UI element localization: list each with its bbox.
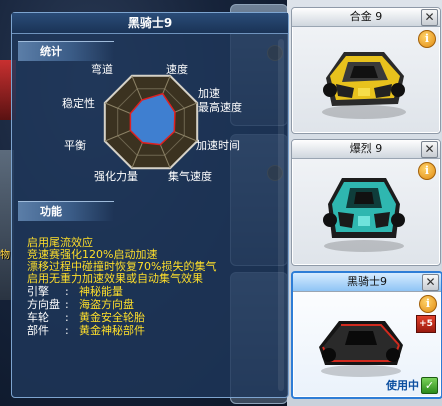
- stat-label-accel-time: 加速时间: [196, 139, 240, 152]
- part-colon: :: [65, 324, 69, 337]
- function-section-header: 功能: [18, 201, 114, 221]
- part-row-component: 部件: 黄金神秘部件: [27, 322, 145, 338]
- car-card-title: 爆烈 9: [292, 140, 440, 159]
- info-icon[interactable]: i: [418, 162, 436, 180]
- car-card[interactable]: 合金 9 ✕ i: [291, 7, 441, 134]
- stats-radar-chart: [103, 74, 199, 170]
- car-card-title: 合金 9: [292, 8, 440, 27]
- car-card-title: 黑骑士9: [293, 273, 441, 292]
- stat-label-gauge-speed: 集气速度: [168, 170, 212, 183]
- in-use-status: 使用中: [386, 379, 419, 392]
- car-image-black-red: [319, 321, 403, 377]
- stats-section-header: 统计: [18, 41, 114, 61]
- stat-label-enhance: 强化力量: [94, 170, 138, 183]
- info-icon[interactable]: i: [419, 295, 437, 313]
- car-card[interactable]: 爆烈 9 ✕ i: [291, 139, 441, 266]
- upgrade-level-badge: +5: [416, 315, 436, 333]
- car-list-panel: 合金 9 ✕ i 爆烈 9 ✕ i 黑骑士9 ✕ i +5 使用中 ✓: [287, 0, 442, 406]
- car-card-selected[interactable]: 黑骑士9 ✕ i +5 使用中 ✓: [291, 271, 442, 399]
- tooltip-scroll-track: [278, 39, 284, 391]
- close-icon[interactable]: ✕: [422, 274, 439, 291]
- check-icon[interactable]: ✓: [421, 377, 438, 394]
- close-icon[interactable]: ✕: [421, 9, 438, 26]
- part-value: 黄金神秘部件: [79, 324, 145, 337]
- part-key: 部件: [27, 324, 49, 337]
- tooltip-title: 黑骑士9: [12, 13, 288, 34]
- car-image-yellow: [322, 52, 406, 119]
- stat-label-turn: 弯道: [91, 63, 113, 76]
- stat-label-balance: 平衡: [64, 139, 86, 152]
- car-image-teal: [323, 178, 405, 252]
- car-details-tooltip: 黑骑士9 统计 弯道 速度 稳定性 加速 最高速度 平衡 加速时间 强化力量 集…: [11, 12, 289, 398]
- info-icon[interactable]: i: [418, 30, 436, 48]
- close-icon[interactable]: ✕: [421, 141, 438, 158]
- stat-label-accel-top-speed: 加速 最高速度: [198, 87, 242, 114]
- stat-label-speed: 速度: [166, 63, 188, 76]
- stat-label-stability: 稳定性: [62, 97, 95, 110]
